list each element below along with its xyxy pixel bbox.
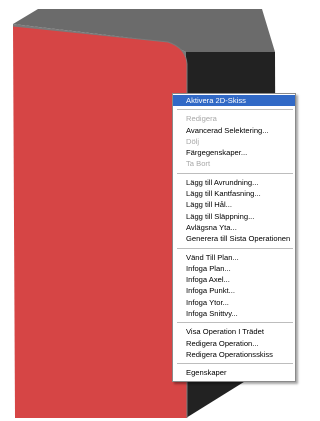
menu-item-lagg-till-slappning[interactable]: Lägg till Släppning... [173,211,295,222]
menu-separator [177,172,293,174]
menu-item-infoga-plan[interactable]: Infoga Plan... [173,263,295,274]
menu-separator [177,363,293,365]
menu-item-redigera-operationsskiss[interactable]: Redigera Operationsskiss [173,349,295,360]
menu-item-lagg-till-avrundning[interactable]: Lägg till Avrundning... [173,177,295,188]
menu-item-redigera: Redigera [186,114,217,124]
menu-item-avancerad-selektering[interactable]: Avancerad Selektering... [173,125,295,136]
menu-item-redigera-operation[interactable]: Redigera Operation... [173,338,295,349]
menu-separator [177,109,293,111]
menu-item-generera-till-sista-operationen[interactable]: Generera till Sista Operationen [173,233,295,244]
menu-item-dolj: Dölj [186,136,200,146]
selected-front-face[interactable] [13,26,187,418]
menu-item-infoga-punkt[interactable]: Infoga Punkt... [173,285,295,296]
menu-item-lagg-till-kantfasning[interactable]: Lägg till Kantfasning... [173,188,295,199]
menu-item-fargegenskaper[interactable]: Färgegenskaper... [173,147,295,158]
menu-item-vand-till-plan[interactable]: Vänd Till Plan... [173,252,295,263]
menu-item-infoga-axel[interactable]: Infoga Axel... [173,274,295,285]
menu-separator [177,247,293,249]
menu-item-visa-operation-i-tradet[interactable]: Visa Operation I Trädet [173,326,295,337]
menu-item-ta-bort: Ta Bort [186,159,211,169]
menu-item-infoga-ytor[interactable]: Infoga Ytor... [173,297,295,308]
menu-item-infoga-snittvy[interactable]: Infoga Snittvy... [173,308,295,319]
menu-item-aktivera-2d-skiss[interactable]: Aktivera 2D-Skiss [173,95,295,107]
menu-item-lagg-till-hal[interactable]: Lägg till Hål... [173,199,295,210]
menu-separator [177,322,293,324]
context-menu: Aktivera 2D-Skiss Redigera Avancerad Selek… [172,93,296,382]
menu-item-avlagsna-yta[interactable]: Avlägsna Yta... [173,222,295,233]
menu-item-egenskaper[interactable]: Egenskaper [173,367,295,378]
